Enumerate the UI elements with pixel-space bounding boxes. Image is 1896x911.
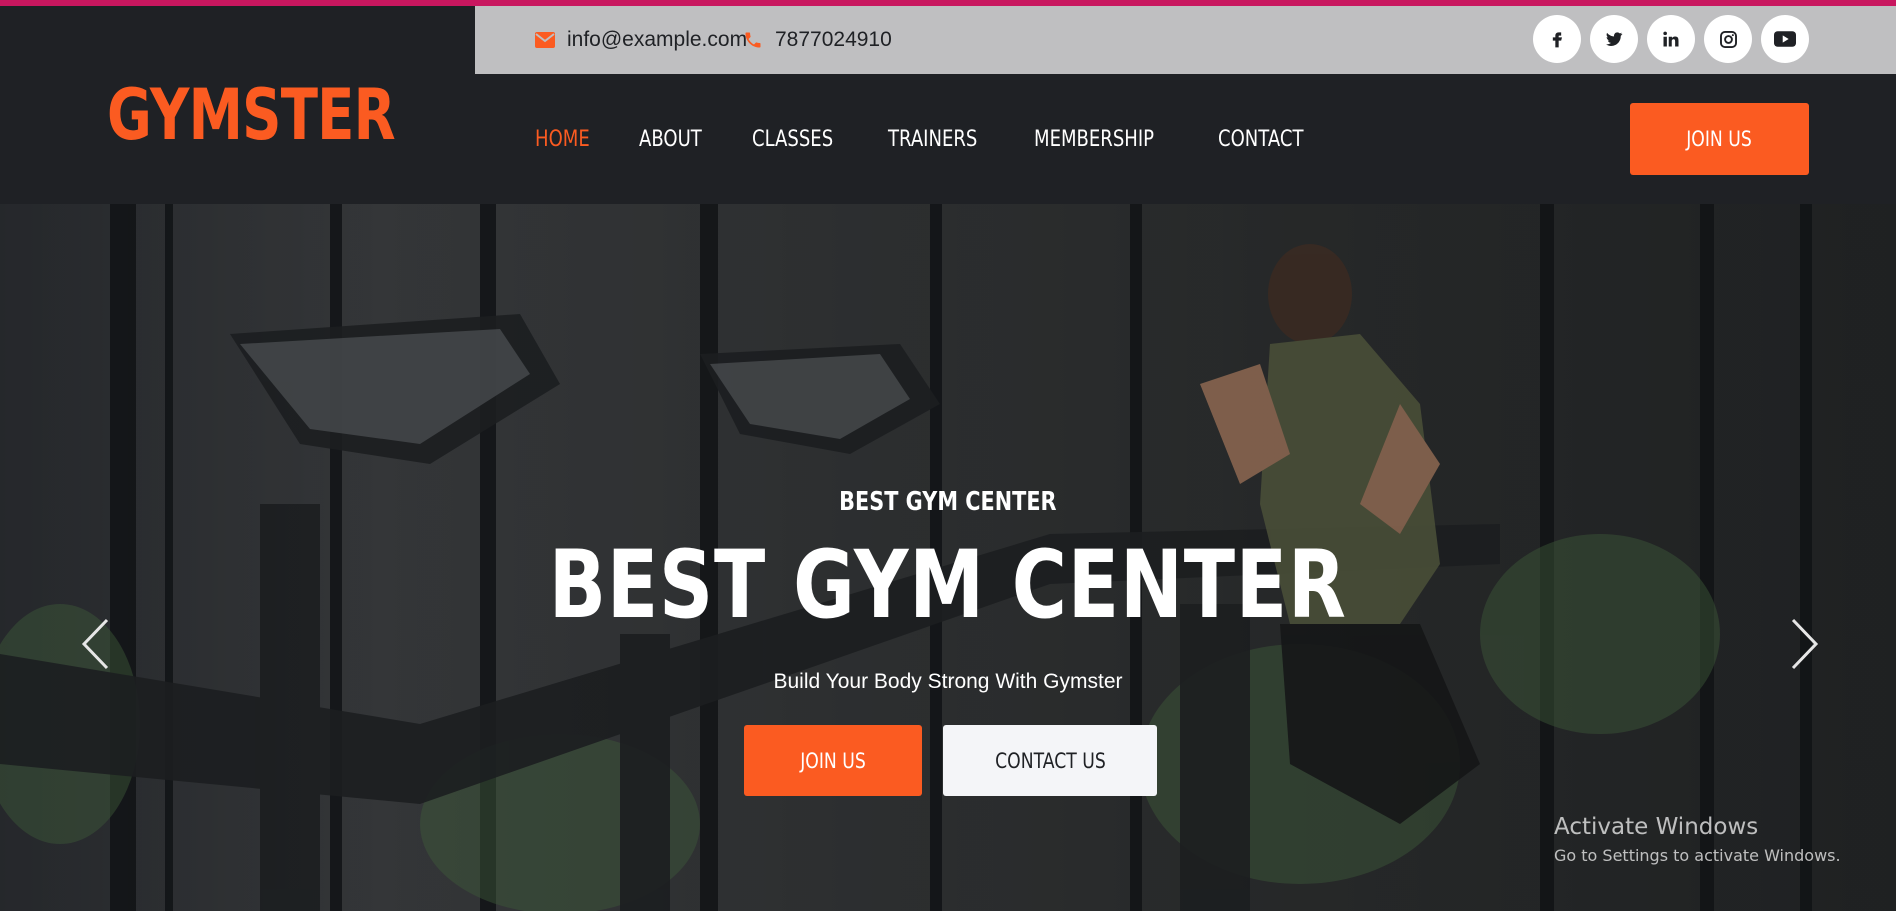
- linkedin-icon[interactable]: [1647, 15, 1695, 63]
- site-logo[interactable]: GYMSTER: [107, 66, 396, 164]
- youtube-icon[interactable]: [1761, 15, 1809, 63]
- hero-tagline: Build Your Body Strong With Gymster: [773, 670, 1123, 693]
- nav-about[interactable]: ABOUT: [639, 127, 702, 152]
- nav-classes[interactable]: CLASSES: [752, 127, 833, 152]
- hero-subtitle: BEST GYM CENTER: [0, 487, 1896, 517]
- join-us-nav-label: JOIN US: [1686, 127, 1753, 151]
- envelope-icon: [535, 32, 555, 48]
- nav-home[interactable]: HOME: [535, 127, 590, 152]
- watermark-subtitle: Go to Settings to activate Windows.: [1554, 846, 1841, 865]
- hero-title-text: BEST GYM CENTER: [549, 531, 1347, 640]
- contact-email[interactable]: info@example.com: [535, 6, 747, 74]
- join-us-label: JOIN US: [800, 748, 866, 773]
- carousel-prev-button[interactable]: [75, 614, 115, 674]
- main-navbar: HOME ABOUT CLASSES TRAINERS MEMBERSHIP C…: [475, 74, 1896, 204]
- hero-buttons: JOIN US CONTACT US: [744, 725, 1157, 796]
- join-us-button[interactable]: JOIN US: [744, 725, 922, 796]
- watermark-title: Activate Windows: [1554, 814, 1759, 840]
- nav-contact[interactable]: CONTACT: [1218, 127, 1304, 152]
- email-text: info@example.com: [567, 28, 748, 51]
- contact-us-label: CONTACT US: [994, 748, 1106, 773]
- hero-title: BEST GYM CENTER: [0, 531, 1896, 641]
- twitter-icon[interactable]: [1590, 15, 1638, 63]
- phone-icon: [743, 30, 763, 50]
- contact-info-bar: info@example.com 7877024910: [475, 6, 1896, 74]
- social-links: [1533, 15, 1809, 63]
- instagram-icon[interactable]: [1704, 15, 1752, 63]
- carousel-next-button[interactable]: [1785, 614, 1825, 674]
- phone-text: 7877024910: [775, 28, 892, 51]
- hero-carousel: BEST GYM CENTER BEST GYM CENTER Build Yo…: [0, 204, 1896, 911]
- nav-membership[interactable]: MEMBERSHIP: [1034, 127, 1154, 152]
- contact-phone[interactable]: 7877024910: [743, 6, 892, 74]
- main-nav: HOME ABOUT CLASSES TRAINERS MEMBERSHIP C…: [535, 74, 1359, 204]
- activate-windows-watermark: Activate Windows Go to Settings to activ…: [1554, 814, 1841, 865]
- chevron-left-icon: [81, 618, 109, 670]
- contact-us-button[interactable]: CONTACT US: [943, 725, 1157, 796]
- nav-trainers[interactable]: TRAINERS: [888, 127, 977, 152]
- chevron-right-icon: [1791, 618, 1819, 670]
- facebook-icon[interactable]: [1533, 15, 1581, 63]
- hero-subtitle-text: BEST GYM CENTER: [839, 487, 1057, 517]
- join-us-nav-button[interactable]: JOIN US: [1630, 103, 1809, 175]
- brand-block: GYMSTER: [0, 6, 475, 204]
